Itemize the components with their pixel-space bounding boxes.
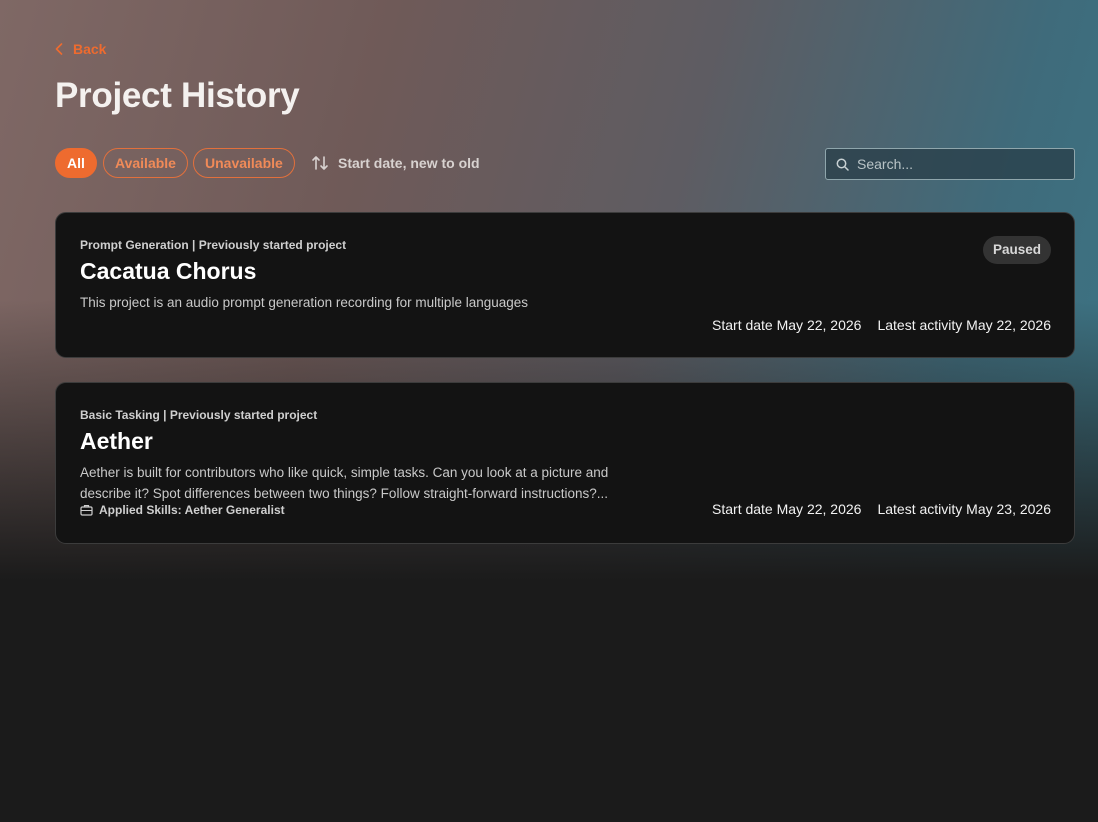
start-date: Start date May 22, 2026 [712,501,862,517]
search-icon [836,158,849,171]
project-name: Cacatua Chorus [80,258,257,284]
project-dates: Start date May 22, 2026 Latest activity … [712,317,1051,333]
page-title: Project History [55,76,300,115]
filter-toolbar: All Available Unavailable Start date, ne… [55,148,1075,180]
applied-skills-label: Applied Skills: Aether Generalist [99,503,285,517]
project-description: Aether is built for contributors who lik… [80,465,609,501]
project-dates: Start date May 22, 2026 Latest activity … [712,501,1051,517]
back-link[interactable]: Back [55,41,106,57]
project-meta: Prompt Generation | Previously started p… [80,238,347,252]
project-description: This project is an audio prompt generati… [80,295,529,310]
briefcase-icon [80,505,93,516]
filter-all-button[interactable]: All [55,148,97,178]
chevron-left-icon [55,43,63,55]
project-name: Aether [80,428,153,454]
latest-activity: Latest activity May 23, 2026 [877,501,1051,517]
sort-label: Start date, new to old [338,155,480,171]
project-meta: Basic Tasking | Previously started proje… [80,408,318,422]
status-badge: Paused [982,236,1051,264]
start-date: Start date May 22, 2026 [712,317,862,333]
filter-available-button[interactable]: Available [103,148,188,178]
applied-skills: Applied Skills: Aether Generalist [80,503,285,517]
sort-button[interactable]: Start date, new to old [311,148,480,178]
search-input[interactable] [857,156,1057,172]
search-box[interactable] [825,148,1075,180]
latest-activity: Latest activity May 22, 2026 [877,317,1051,333]
project-card-cacatua-chorus[interactable]: Prompt Generation | Previously started p… [55,212,1075,358]
project-card-aether[interactable]: Basic Tasking | Previously started proje… [55,382,1075,544]
back-label: Back [73,41,107,57]
filter-unavailable-button[interactable]: Unavailable [193,148,295,178]
sort-arrows-icon [312,156,328,170]
